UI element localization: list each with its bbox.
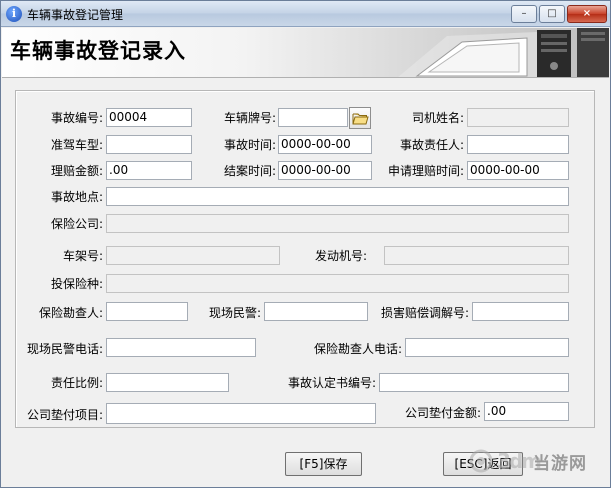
claim-amount-field[interactable]: .00 [106,161,192,180]
responsible-person-field[interactable] [467,135,569,154]
responsible-person-label: 事故责任人: [399,138,464,152]
driver-name-label: 司机姓名: [411,111,464,125]
certificate-no-label: 事故认定书编号: [287,376,376,390]
claim-amount-label: 理赔金额: [50,164,103,178]
advance-amount-field[interactable]: .00 [484,402,569,421]
accident-time-label: 事故时间: [223,138,276,152]
frame-no-field[interactable] [106,246,280,265]
accident-no-label: 事故编号: [50,111,103,125]
surveyor-phone-field[interactable] [405,338,569,357]
page-title: 车辆事故登记录入 [10,39,186,63]
license-type-label: 准驾车型: [50,138,103,152]
police-field[interactable] [264,302,368,321]
accident-no-field[interactable]: 00004 [106,108,192,127]
folder-open-icon [352,113,369,125]
surveyor-label: 保险勘查人: [38,306,103,320]
minimize-button[interactable]: – [511,5,537,23]
watermark-text: 当游网 [533,454,587,474]
engine-no-field[interactable] [384,246,569,265]
liability-ratio-label: 责任比例: [50,376,103,390]
close-button[interactable]: × [567,5,607,23]
insurer-label: 保险公司: [50,217,103,231]
browse-button[interactable] [349,107,371,129]
police-phone-field[interactable] [106,338,256,357]
surveyor-phone-label: 保险勘查人电话: [313,342,402,356]
info-icon: i [6,6,22,22]
title-bar[interactable]: i 车辆事故登记管理 – □ × [1,1,610,27]
accident-place-field[interactable] [106,187,569,206]
insurance-type-field[interactable] [106,274,569,293]
save-button[interactable]: [F5]保存 [285,452,362,476]
engine-no-label: 发动机号: [314,249,367,263]
police-phone-label: 现场民警电话: [26,342,103,356]
accident-time-field[interactable]: 0000-00-00 [278,135,372,154]
frame-no-label: 车架号: [62,249,103,263]
certificate-no-field[interactable] [379,373,569,392]
liability-ratio-field[interactable] [106,373,229,392]
close-time-label: 结案时间: [223,164,276,178]
mediation-no-label: 损害赔偿调解号: [380,306,469,320]
plate-no-label: 车辆牌号: [223,111,276,125]
mediation-no-field[interactable] [472,302,569,321]
insurance-type-label: 投保险种: [50,277,103,291]
claim-apply-time-field[interactable]: 0000-00-00 [467,161,569,180]
close-time-field[interactable]: 0000-00-00 [278,161,372,180]
header-banner: 车辆事故登记录入 [2,28,609,78]
computer-illustration [398,28,609,77]
surveyor-field[interactable] [106,302,188,321]
police-label: 现场民警: [208,306,261,320]
insurer-field[interactable] [106,214,569,233]
plate-no-field[interactable] [278,108,348,127]
accident-place-label: 事故地点: [50,190,103,204]
advance-item-field[interactable] [106,403,376,424]
driver-name-field[interactable] [467,108,569,127]
app-window: i 车辆事故登记管理 – □ × 车辆事故登记录入 事故编号: 00004 车辆… [0,0,611,488]
advance-amount-label: 公司垫付金额: [404,406,481,420]
maximize-button[interactable]: □ [539,5,565,23]
advance-item-label: 公司垫付项目: [26,408,103,422]
window-title: 车辆事故登记管理 [27,8,124,22]
license-type-field[interactable] [106,135,192,154]
claim-apply-time-label: 申请理赔时间: [387,164,464,178]
